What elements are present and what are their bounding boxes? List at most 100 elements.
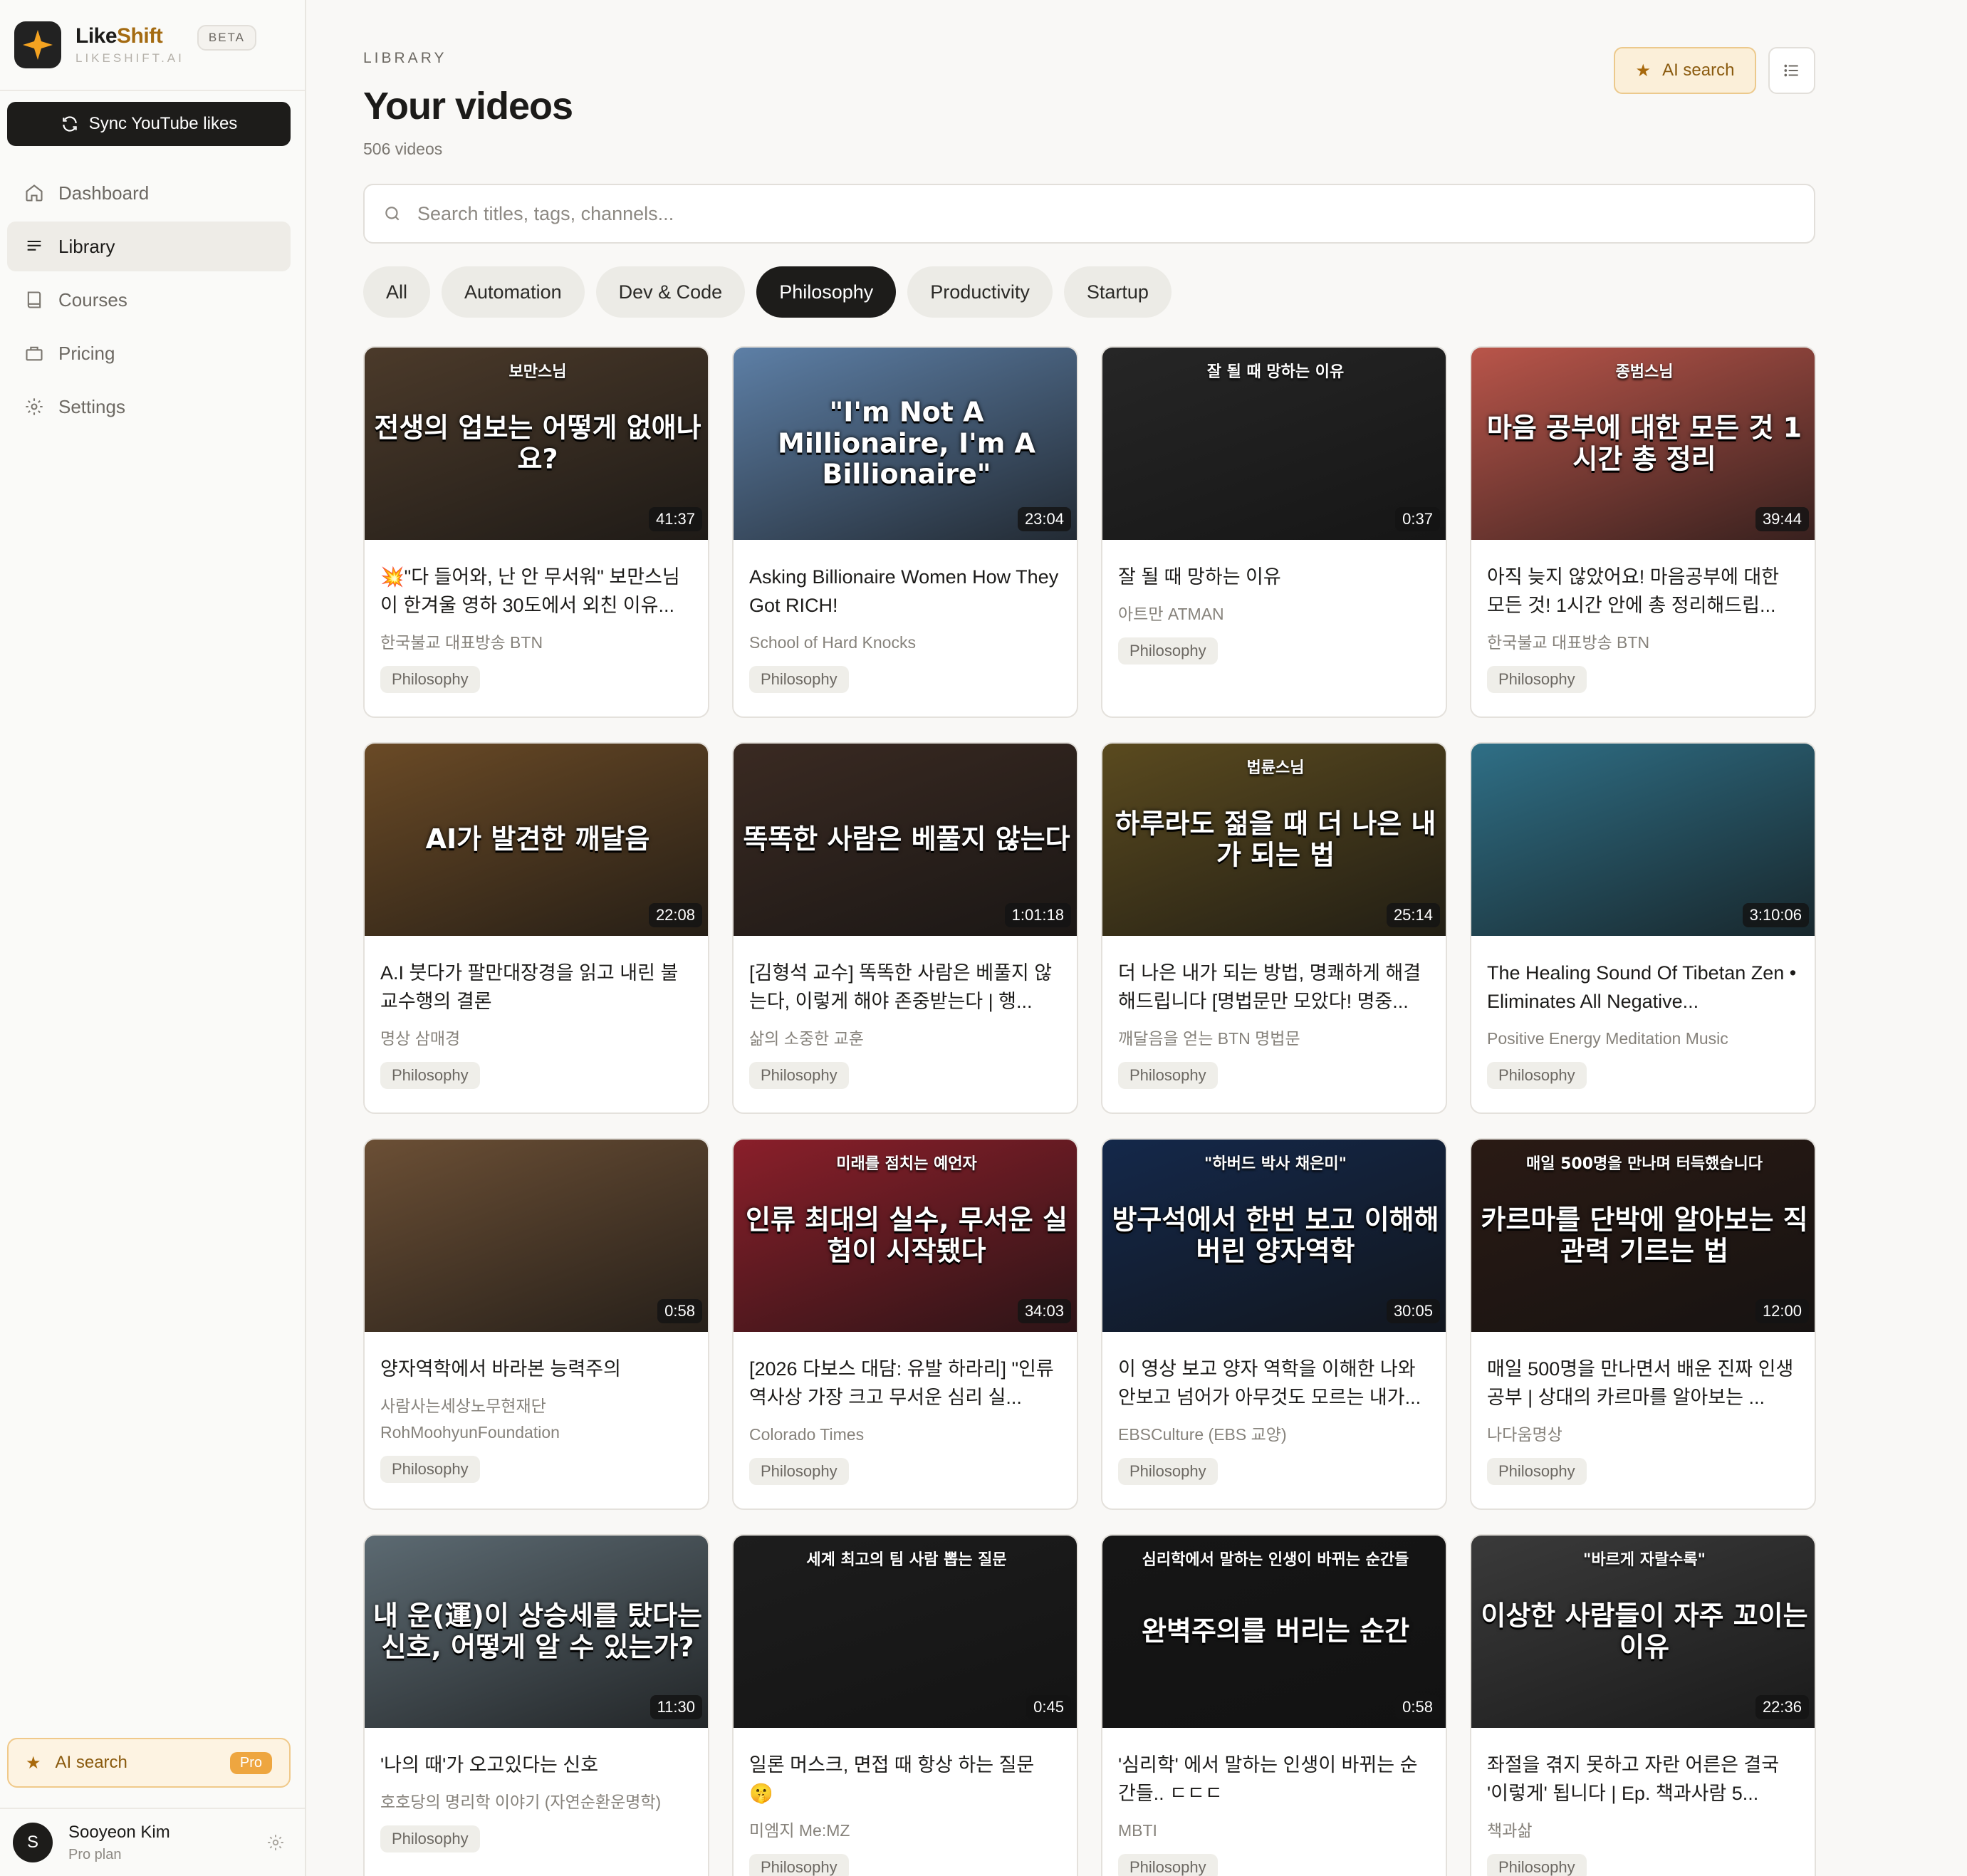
duration-badge: 1:01:18 <box>1004 903 1071 927</box>
filter-chip-startup[interactable]: Startup <box>1063 266 1172 318</box>
category-tag: Philosophy <box>1118 1854 1218 1876</box>
video-card[interactable]: 세계 최고의 팀 사람 뽑는 질문 0:45 일론 머스크, 면접 때 항상 하는 … <box>732 1534 1078 1876</box>
filter-chip-philosophy[interactable]: Philosophy <box>756 266 897 318</box>
main-content: LIBRARY Your videos 506 videos ★ AI sear… <box>306 0 1967 1876</box>
video-card[interactable]: "바르게 자랄수록" 이상한 사람들이 자주 꼬이는 이유 22:36 좌절을 겪지 … <box>1470 1534 1816 1876</box>
video-title[interactable]: 매일 500명을 만나면서 배운 진짜 인생 공부 | 상대의 카르마를 알아보… <box>1487 1355 1799 1412</box>
category-tag: Philosophy <box>1487 666 1587 693</box>
video-thumbnail[interactable]: "하버드 박사 채은미" 방구석에서 한번 보고 이해해버린 양자역학 30:05 <box>1102 1140 1446 1332</box>
video-title[interactable]: 잘 될 때 망하는 이유 <box>1118 563 1430 591</box>
video-card[interactable]: 법륜스님 하루라도 젊을 때 더 나은 내가 되는 법 25:14 더 나은 내가 되… <box>1101 742 1447 1114</box>
video-card[interactable]: 보만스님 전생의 업보는 어떻게 없애나요? 41:37 💥"다 들어와, 난 안 무… <box>363 346 709 718</box>
video-thumbnail[interactable]: AI가 발견한 깨달음 22:08 <box>365 744 708 936</box>
category-tag: Philosophy <box>749 1062 849 1089</box>
video-card[interactable]: 심리학에서 말하는 인생이 바뀌는 순간들 완벽주의를 버리는 순간 0:58 '심리… <box>1101 1534 1447 1876</box>
video-card[interactable]: 0:58 양자역학에서 바라본 능력주의 사람사는세상노무현재단 RohMoohyu… <box>363 1138 709 1510</box>
video-card[interactable]: AI가 발견한 깨달음 22:08 A.I 붓다가 팔만대장경을 읽고 내린 불교수… <box>363 742 709 1114</box>
video-title[interactable]: '심리학' 에서 말하는 인생이 바뀌는 순간들.. ㄷㄷㄷ <box>1118 1751 1430 1808</box>
gear-icon[interactable] <box>266 1833 285 1852</box>
video-thumbnail[interactable]: 미래를 점치는 예언자 인류 최대의 실수, 무서운 실험이 시작됐다 34:03 <box>734 1140 1077 1332</box>
video-title[interactable]: 양자역학에서 바라본 능력주의 <box>380 1355 692 1383</box>
video-thumbnail[interactable]: "바르게 자랄수록" 이상한 사람들이 자주 꼬이는 이유 22:36 <box>1471 1536 1815 1728</box>
thumbnail-title: 전생의 업보는 어떻게 없애나요? <box>374 412 701 474</box>
search-input[interactable] <box>417 202 1699 225</box>
video-title[interactable]: 좌절을 겪지 못하고 자란 어른은 결국 '이렇게' 됩니다 | Ep. 책과사… <box>1487 1751 1799 1808</box>
video-card[interactable]: 잘 될 때 망하는 이유 0:37 잘 될 때 망하는 이유 아트만 ATMAN Phi… <box>1101 346 1447 718</box>
video-card[interactable]: "하버드 박사 채은미" 방구석에서 한번 보고 이해해버린 양자역학 30:05 이… <box>1101 1138 1447 1510</box>
ai-search-button[interactable]: ★ AI search <box>1614 47 1756 94</box>
star-icon: ★ <box>1635 61 1652 80</box>
book-icon <box>27 291 41 308</box>
filter-chip-automation[interactable]: Automation <box>442 266 585 318</box>
video-card[interactable]: 내 운(運)이 상승세를 탔다는 신호, 어떻게 알 수 있는가? 11:30 '나… <box>363 1534 709 1876</box>
home-icon <box>26 184 43 202</box>
duration-badge: 0:58 <box>657 1299 702 1323</box>
thumbnail-title: 똑똑한 사람은 베풀지 않는다 <box>743 823 1070 855</box>
brand-header: LikeShift LIKESHIFT.AI BETA <box>0 0 305 91</box>
filter-chip-all[interactable]: All <box>363 266 431 318</box>
thumbnail-title: 내 운(運)이 상승세를 탔다는 신호, 어떻게 알 수 있는가? <box>372 1600 703 1662</box>
video-card[interactable]: 미래를 점치는 예언자 인류 최대의 실수, 무서운 실험이 시작됐다 34:03 [… <box>732 1138 1078 1510</box>
video-title[interactable]: 일론 머스크, 면접 때 항상 하는 질문 🤫 <box>749 1751 1061 1808</box>
card-body: [김형석 교수] 똑똑한 사람은 베풀지 않는다, 이렇게 해야 존중받는다 |… <box>734 959 1077 1089</box>
duration-badge: 41:37 <box>648 507 702 531</box>
page-title: Your videos <box>363 85 573 127</box>
video-thumbnail[interactable]: 0:58 <box>365 1140 708 1332</box>
brand-domain: LIKESHIFT.AI <box>75 51 184 65</box>
filter-chip-productivity[interactable]: Productivity <box>907 266 1053 318</box>
video-title[interactable]: The Healing Sound Of Tibetan Zen • Elimi… <box>1487 959 1799 1016</box>
logo-icon[interactable] <box>14 21 61 68</box>
card-body: The Healing Sound Of Tibetan Zen • Elimi… <box>1471 959 1815 1089</box>
duration-badge: 30:05 <box>1386 1299 1440 1323</box>
category-tag: Philosophy <box>749 1458 849 1485</box>
video-thumbnail[interactable]: 잘 될 때 망하는 이유 0:37 <box>1102 348 1446 540</box>
brand-name: LikeShift <box>75 24 163 48</box>
category-tag: Philosophy <box>1118 1062 1218 1089</box>
video-card[interactable]: 3:10:06 The Healing Sound Of Tibetan Zen … <box>1470 742 1816 1114</box>
video-thumbnail[interactable]: 3:10:06 <box>1471 744 1815 936</box>
video-thumbnail[interactable]: 종범스님 마음 공부에 대한 모든 것 1시간 총 정리 39:44 <box>1471 348 1815 540</box>
user-plan: Pro plan <box>68 1846 122 1862</box>
user-name: Sooyeon Kim <box>68 1822 170 1842</box>
video-thumbnail[interactable]: 매일 500명을 만나며 터득했습니다 카르마를 단박에 알아보는 직관력 기르는… <box>1471 1140 1815 1332</box>
video-thumbnail[interactable]: 내 운(運)이 상승세를 탔다는 신호, 어떻게 알 수 있는가? 11:30 <box>365 1536 708 1728</box>
sidebar-item-library[interactable]: Library <box>7 222 291 271</box>
video-thumbnail[interactable]: 심리학에서 말하는 인생이 바뀌는 순간들 완벽주의를 버리는 순간 0:58 <box>1102 1536 1446 1728</box>
filter-chip-dev-code[interactable]: Dev & Code <box>595 266 746 318</box>
video-title[interactable]: 이 영상 보고 양자 역학을 이해한 나와 안보고 넘어가 아무것도 모르는 내… <box>1118 1355 1430 1412</box>
video-title[interactable]: 💥"다 들어와, 난 안 무서워" 보만스님이 한겨울 영하 30도에서 외친 … <box>380 563 692 620</box>
channel-name: 책과삶 <box>1487 1821 1533 1840</box>
video-title[interactable]: Asking Billionaire Women How They Got RI… <box>749 563 1061 620</box>
video-card[interactable]: "I'm Not A Millionaire, I'm A Billionair… <box>732 346 1078 718</box>
sidebar-item-label: Settings <box>58 395 125 417</box>
sidebar-ai-search-button[interactable]: ★ AI search Pro <box>7 1738 291 1788</box>
video-title[interactable]: 더 나은 내가 되는 방법, 명쾌하게 해결해드립니다 [명법문만 모았다! 명… <box>1118 959 1430 1016</box>
user-profile[interactable]: S Sooyeon Kim Pro plan <box>0 1808 305 1876</box>
category-tag: Philosophy <box>1487 1458 1587 1485</box>
channel-name: 미엠지 Me:MZ <box>749 1821 850 1840</box>
video-title[interactable]: 아직 늦지 않았어요! 마음공부에 대한 모든 것! 1시간 안에 총 정리해드… <box>1487 563 1799 620</box>
video-title[interactable]: '나의 때'가 오고있다는 신호 <box>380 1751 692 1779</box>
sidebar-item-settings[interactable]: Settings <box>7 382 291 432</box>
video-card[interactable]: 종범스님 마음 공부에 대한 모든 것 1시간 총 정리 39:44 아직 늦지 않았… <box>1470 346 1816 718</box>
video-card[interactable]: 똑똑한 사람은 베풀지 않는다 1:01:18 [김형석 교수] 똑똑한 사람은 베… <box>732 742 1078 1114</box>
sidebar-item-dashboard[interactable]: Dashboard <box>7 168 291 218</box>
sidebar-item-pricing[interactable]: Pricing <box>7 328 291 378</box>
video-thumbnail[interactable]: 똑똑한 사람은 베풀지 않는다 1:01:18 <box>734 744 1077 936</box>
video-thumbnail[interactable]: 세계 최고의 팀 사람 뽑는 질문 0:45 <box>734 1536 1077 1728</box>
video-thumbnail[interactable]: 보만스님 전생의 업보는 어떻게 없애나요? 41:37 <box>365 348 708 540</box>
video-title[interactable]: [2026 다보스 대담: 유발 하라리] "인류 역사상 가장 크고 무서운 … <box>749 1355 1061 1412</box>
card-body: 아직 늦지 않았어요! 마음공부에 대한 모든 것! 1시간 안에 총 정리해드… <box>1471 563 1815 693</box>
pro-badge: Pro <box>229 1751 272 1774</box>
video-card[interactable]: 매일 500명을 만나며 터득했습니다 카르마를 단박에 알아보는 직관력 기르는… <box>1470 1138 1816 1510</box>
channel-name: Positive Energy Meditation Music <box>1487 1029 1728 1048</box>
video-thumbnail[interactable]: "I'm Not A Millionaire, I'm A Billionair… <box>734 348 1077 540</box>
video-title[interactable]: [김형석 교수] 똑똑한 사람은 베풀지 않는다, 이렇게 해야 존중받는다 |… <box>749 959 1061 1016</box>
video-title[interactable]: A.I 붓다가 팔만대장경을 읽고 내린 불교수행의 결론 <box>380 959 692 1016</box>
list-icon <box>27 240 41 251</box>
sync-youtube-likes-button[interactable]: Sync YouTube likes <box>7 102 291 146</box>
sidebar-item-courses[interactable]: Courses <box>7 275 291 325</box>
card-body: '심리학' 에서 말하는 인생이 바뀌는 순간들.. ㄷㄷㄷ MBTI Philos… <box>1102 1751 1446 1876</box>
list-view-button[interactable] <box>1768 47 1815 94</box>
video-thumbnail[interactable]: 법륜스님 하루라도 젊을 때 더 나은 내가 되는 법 25:14 <box>1102 744 1446 936</box>
